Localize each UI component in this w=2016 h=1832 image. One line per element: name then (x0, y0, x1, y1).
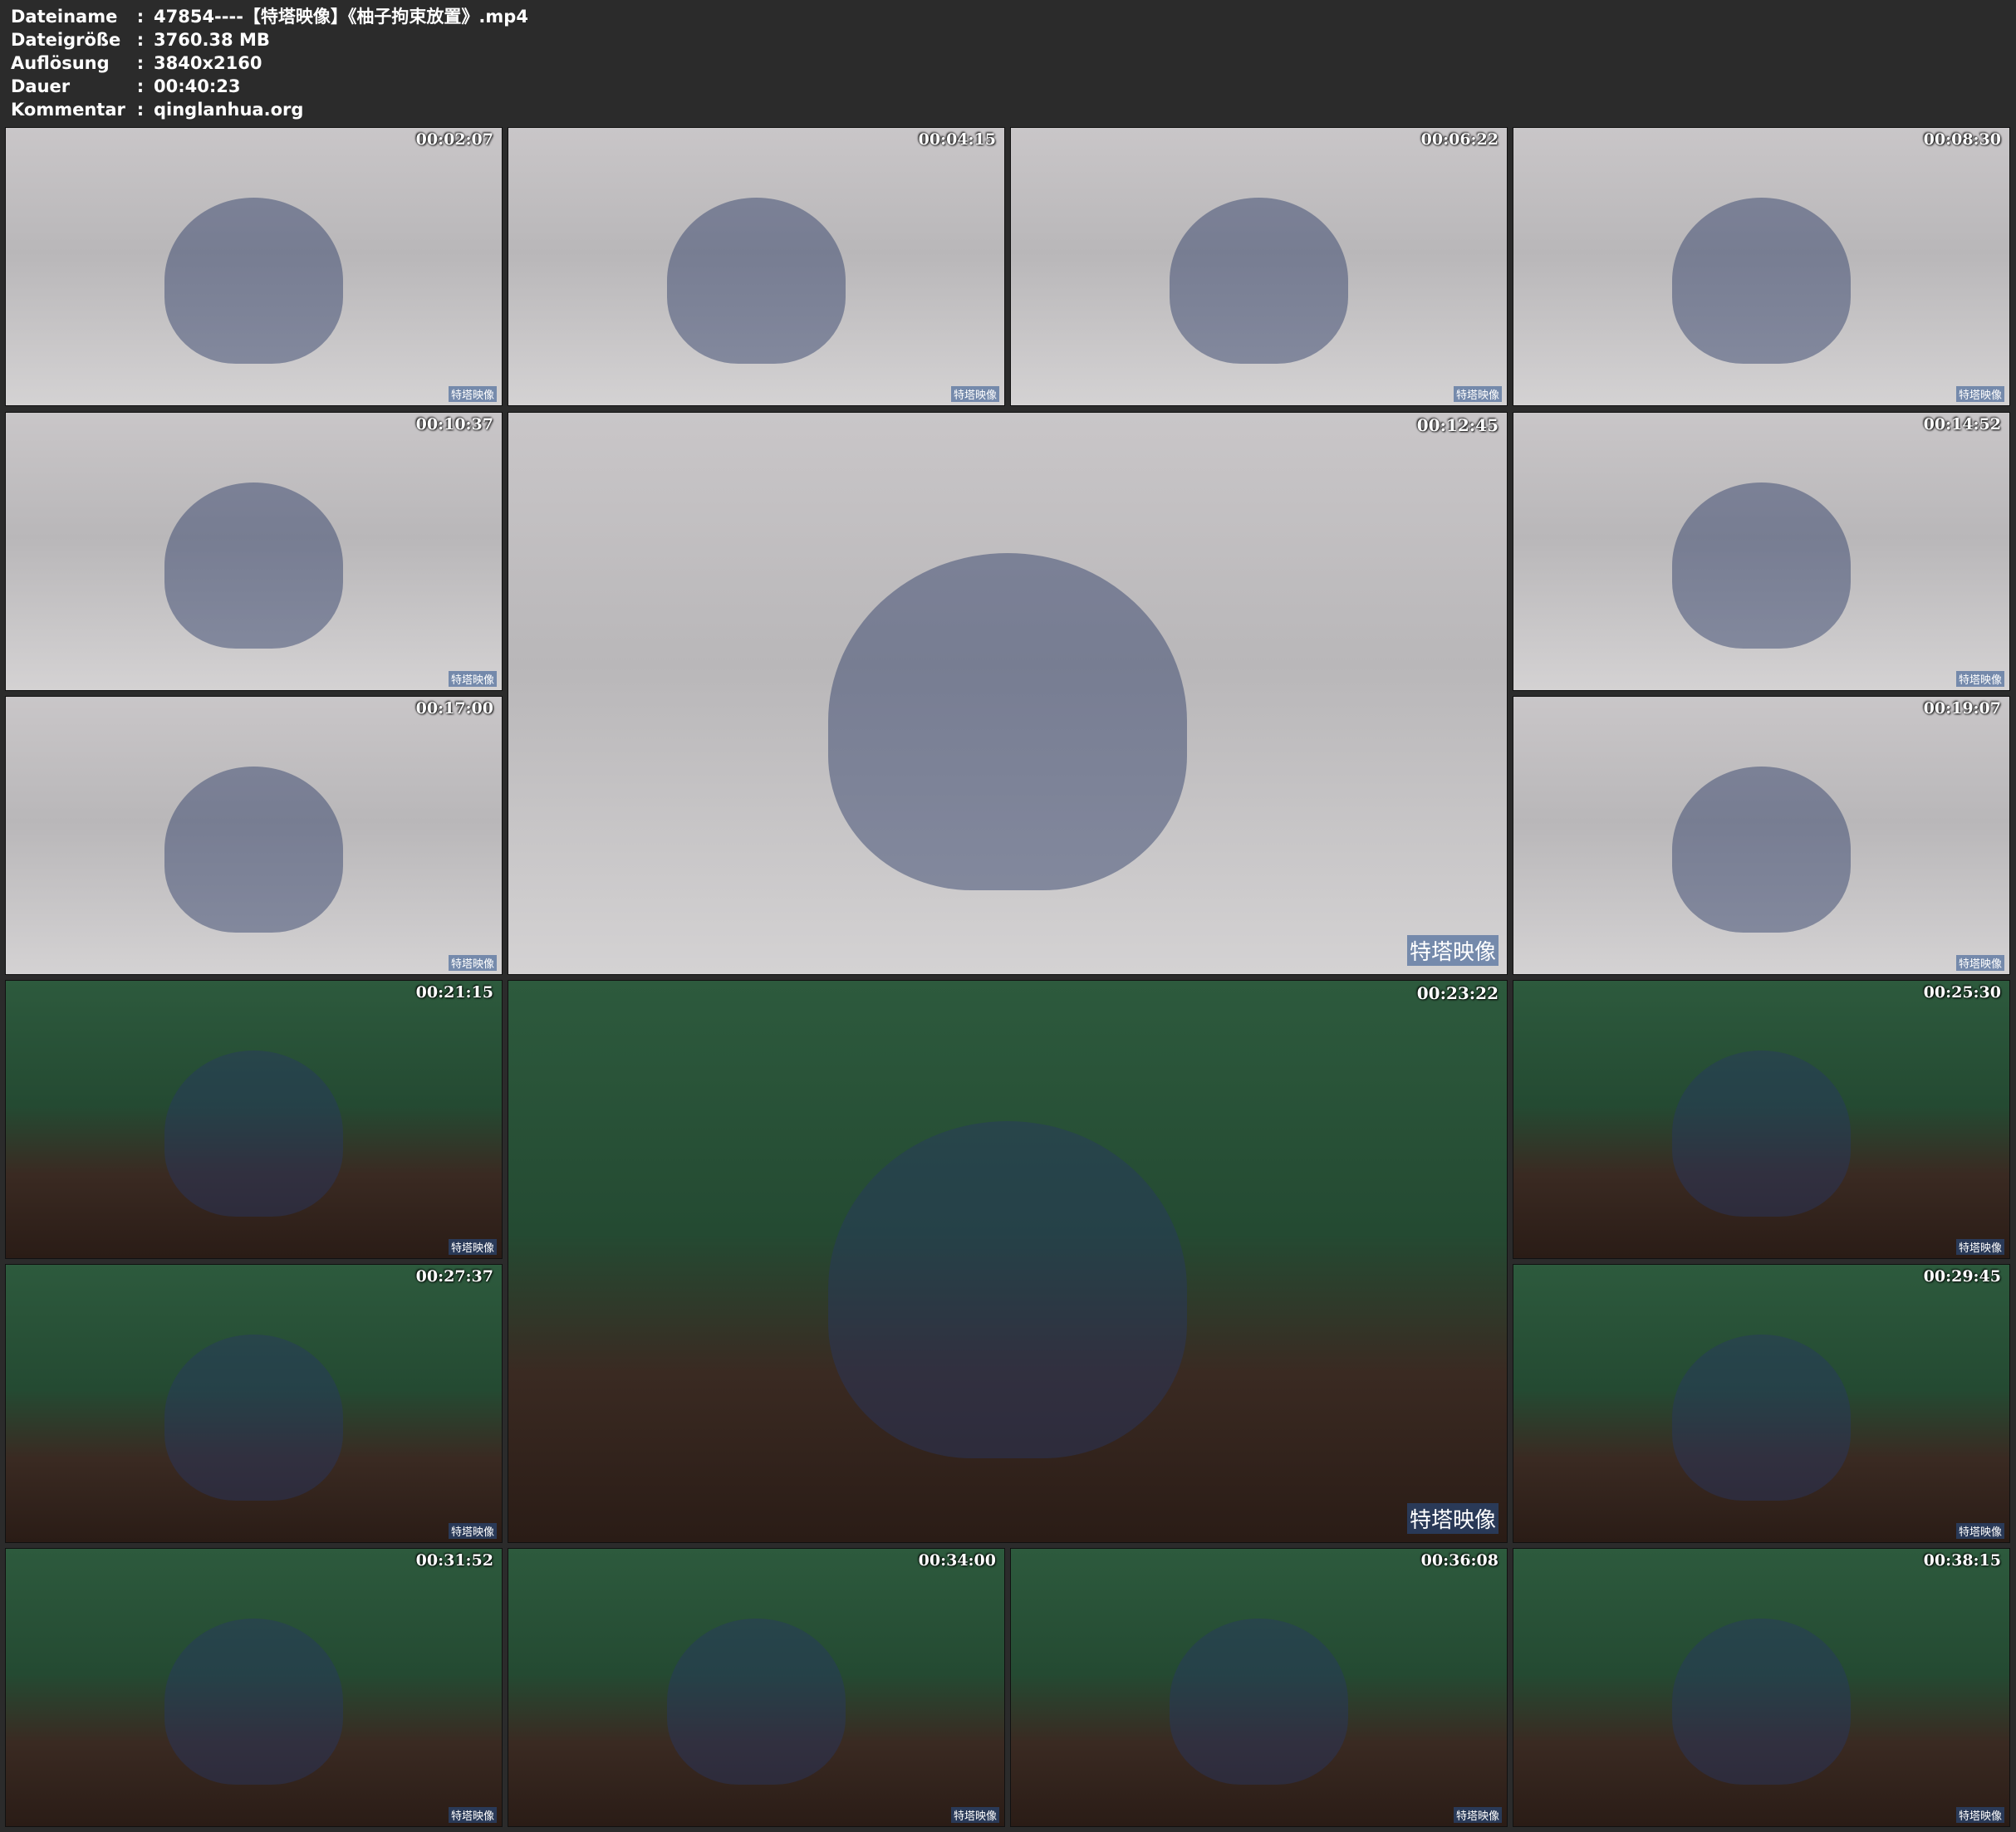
video-thumbnail: 00:17:00 特塔映像 (5, 696, 503, 975)
video-thumbnail: 00:06:22 特塔映像 (1010, 127, 1508, 406)
thumbnail-image (667, 1618, 846, 1785)
thumbnail-watermark: 特塔映像 (1453, 1807, 1502, 1823)
file-info-header: Dateiname:47854----【特塔映像】《柚子拘束放置》.mp4 Da… (0, 0, 2016, 125)
thumbnail-watermark: 特塔映像 (448, 1807, 497, 1823)
thumbnail-timestamp: 00:36:08 (1420, 1551, 1499, 1570)
thumbnail-image (827, 553, 1188, 890)
thumbnail-timestamp: 00:17:00 (415, 699, 493, 718)
video-thumbnail: 00:36:08 特塔映像 (1010, 1548, 1508, 1827)
thumbnail-image (667, 197, 846, 364)
info-value: 3840x2160 (154, 53, 262, 73)
thumbnail-image (1170, 1618, 1348, 1785)
thumbnail-timestamp: 00:14:52 (1923, 415, 2001, 434)
thumbnail-image (1170, 197, 1348, 364)
video-thumbnail: 00:23:22 特塔映像 (508, 980, 1508, 1543)
thumbnail-timestamp: 00:06:22 (1420, 130, 1499, 149)
info-label: Dauer (11, 76, 71, 96)
thumbnail-watermark: 特塔映像 (1955, 671, 2004, 687)
thumbnail-watermark: 特塔映像 (1955, 955, 2004, 971)
video-thumbnail: 00:12:45 特塔映像 (508, 412, 1508, 975)
thumbnail-image (164, 482, 343, 649)
info-row-filesize: Dateigröße:3760.38 MB (11, 28, 270, 51)
thumbnail-image (1672, 482, 1851, 649)
info-separator: : (136, 30, 145, 50)
thumbnail-timestamp: 00:27:37 (415, 1267, 493, 1286)
info-value: 3760.38 MB (154, 30, 270, 50)
thumbnail-watermark: 特塔映像 (1453, 386, 1502, 402)
info-separator: : (136, 76, 145, 96)
info-label: Dateigröße (11, 30, 121, 50)
info-row-duration: Dauer:00:40:23 (11, 75, 240, 98)
thumbnail-timestamp: 00:08:30 (1923, 130, 2001, 149)
thumbnail-timestamp: 00:25:30 (1923, 983, 2001, 1002)
thumbnail-image (164, 197, 343, 364)
video-thumbnail: 00:04:15 特塔映像 (508, 127, 1005, 406)
thumbnail-timestamp: 00:19:07 (1923, 699, 2001, 718)
thumbnail-watermark: 特塔映像 (1406, 935, 1499, 966)
video-thumbnail: 00:21:15 特塔映像 (5, 980, 503, 1259)
info-separator: : (136, 7, 145, 27)
thumbnail-image (1672, 1618, 1851, 1785)
thumbnail-image (1672, 1050, 1851, 1217)
thumbnail-image (1672, 766, 1851, 933)
video-thumbnail: 00:34:00 特塔映像 (508, 1548, 1005, 1827)
thumbnail-watermark: 特塔映像 (950, 386, 999, 402)
thumbnail-timestamp: 00:23:22 (1416, 983, 1499, 1003)
info-label: Dateiname (11, 7, 118, 27)
video-thumbnail: 00:38:15 特塔映像 (1513, 1548, 2010, 1827)
info-label: Kommentar (11, 100, 125, 120)
thumbnail-timestamp: 00:02:07 (415, 130, 493, 149)
thumbnail-timestamp: 00:12:45 (1416, 415, 1499, 435)
video-thumbnail: 00:08:30 特塔映像 (1513, 127, 2010, 406)
info-value: 47854----【特塔映像】《柚子拘束放置》.mp4 (154, 7, 528, 27)
thumbnail-watermark: 特塔映像 (448, 386, 497, 402)
info-value: 00:40:23 (154, 76, 241, 96)
info-row-comment: Kommentar: qinglanhua.org (11, 98, 303, 121)
thumbnail-timestamp: 00:38:15 (1923, 1551, 2001, 1570)
thumbnail-timestamp: 00:34:00 (918, 1551, 996, 1570)
info-row-filename: Dateiname:47854----【特塔映像】《柚子拘束放置》.mp4 (11, 5, 528, 28)
thumbnail-timestamp: 00:31:52 (415, 1551, 493, 1570)
thumbnail-image (164, 1618, 343, 1785)
info-separator: : (136, 100, 145, 120)
thumbnail-watermark: 特塔映像 (950, 1807, 999, 1823)
video-thumbnail: 00:14:52 特塔映像 (1513, 412, 2010, 691)
info-value: qinglanhua.org (154, 100, 304, 120)
info-row-resolution: Auflösung:3840x2160 (11, 51, 262, 75)
thumbnail-watermark: 特塔映像 (448, 671, 497, 687)
thumbnail-watermark: 特塔映像 (448, 1239, 497, 1255)
thumbnail-image (1672, 1334, 1851, 1501)
thumbnail-image (164, 1334, 343, 1501)
video-thumbnail: 00:10:37 特塔映像 (5, 412, 503, 691)
thumbnail-image (164, 766, 343, 933)
thumbnail-timestamp: 00:10:37 (415, 415, 493, 434)
thumbnail-watermark: 特塔映像 (1406, 1503, 1499, 1534)
thumbnail-timestamp: 00:21:15 (415, 983, 493, 1002)
thumbnail-watermark: 特塔映像 (1955, 1523, 2004, 1539)
thumbnail-timestamp: 00:29:45 (1923, 1267, 2001, 1286)
thumbnail-image (827, 1121, 1188, 1458)
thumbnail-watermark: 特塔映像 (448, 955, 497, 971)
video-thumbnail: 00:25:30 特塔映像 (1513, 980, 2010, 1259)
thumbnail-watermark: 特塔映像 (1955, 1239, 2004, 1255)
thumbnail-image (1672, 197, 1851, 364)
thumbnail-watermark: 特塔映像 (448, 1523, 497, 1539)
thumbnail-timestamp: 00:04:15 (918, 130, 996, 149)
video-thumbnail: 00:29:45 特塔映像 (1513, 1264, 2010, 1543)
video-thumbnail: 00:27:37 特塔映像 (5, 1264, 503, 1543)
video-thumbnail: 00:19:07 特塔映像 (1513, 696, 2010, 975)
thumbnail-image (164, 1050, 343, 1217)
video-thumbnail: 00:31:52 特塔映像 (5, 1548, 503, 1827)
info-separator: : (136, 53, 145, 73)
video-thumbnail: 00:02:07 特塔映像 (5, 127, 503, 406)
info-label: Auflösung (11, 53, 110, 73)
thumbnail-watermark: 特塔映像 (1955, 1807, 2004, 1823)
thumbnail-watermark: 特塔映像 (1955, 386, 2004, 402)
